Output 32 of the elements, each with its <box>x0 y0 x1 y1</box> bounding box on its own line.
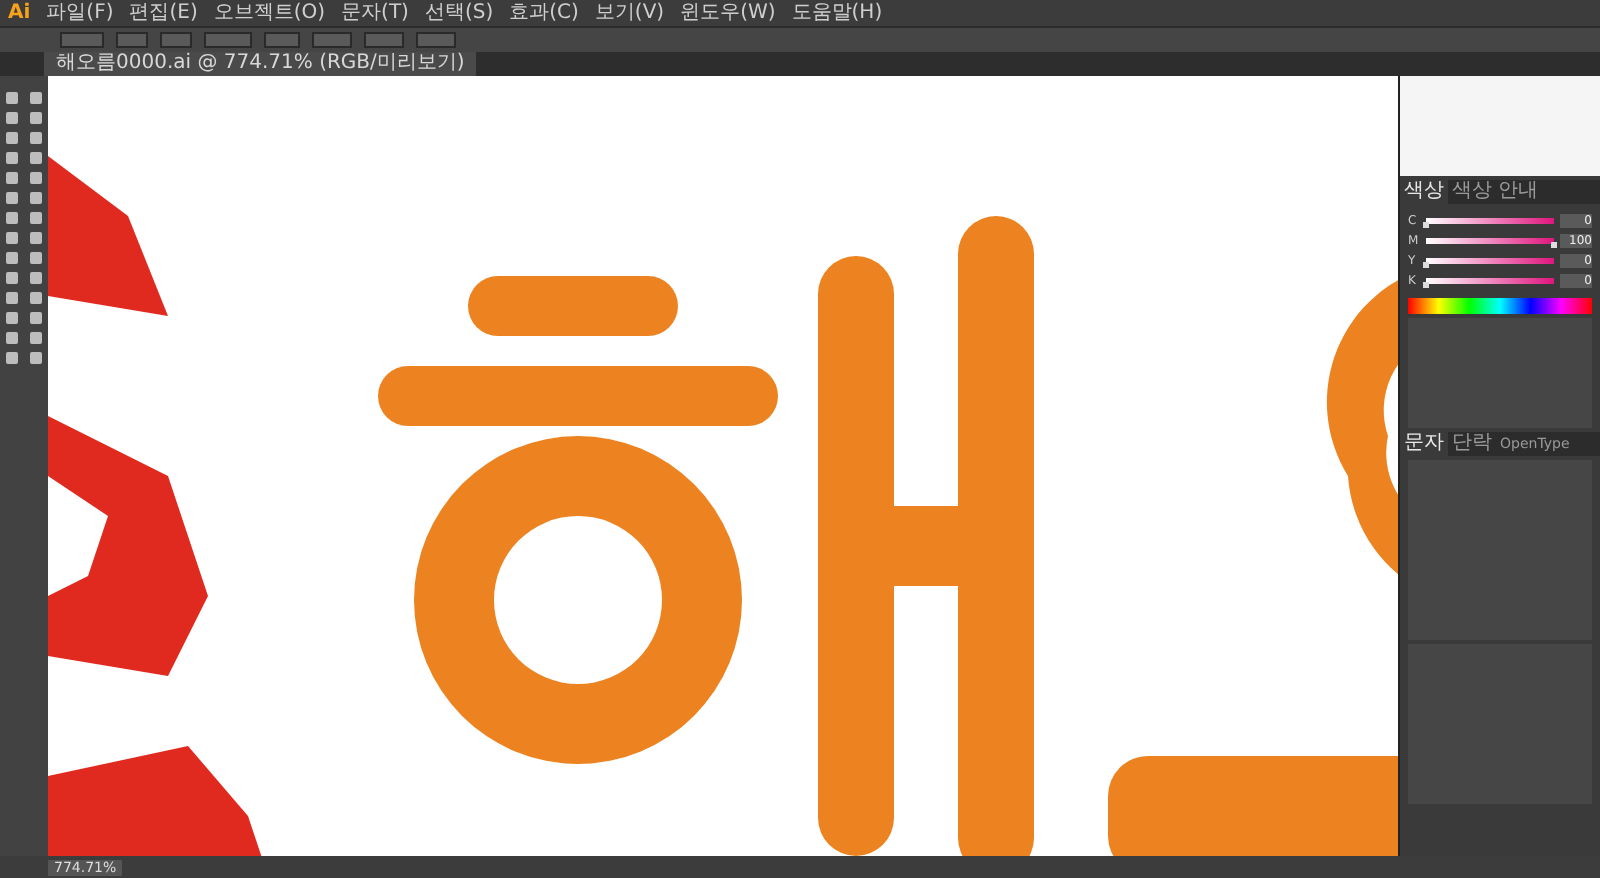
control-field[interactable] <box>204 32 252 48</box>
panel-tab[interactable]: 색상 <box>1400 180 1448 204</box>
color-slider[interactable] <box>1426 258 1554 264</box>
menu-item[interactable]: 선택(S) <box>424 1 494 25</box>
color-slider[interactable] <box>1426 278 1554 284</box>
slider-thumb[interactable] <box>1551 242 1557 248</box>
menu-item[interactable]: 효과(C) <box>509 1 579 25</box>
slider-thumb[interactable] <box>1423 282 1429 288</box>
control-field[interactable] <box>264 32 300 48</box>
menu-item[interactable]: 파일(F) <box>46 1 114 25</box>
menu-item[interactable]: 보기(V) <box>594 1 665 25</box>
control-field[interactable] <box>312 32 352 48</box>
app-logo: Ai <box>8 2 31 24</box>
slider-thumb[interactable] <box>1423 222 1429 228</box>
control-field[interactable] <box>116 32 148 48</box>
color-spectrum[interactable] <box>1408 298 1592 314</box>
panel-tab[interactable]: 색상 안내 <box>1448 180 1543 204</box>
panel-tab[interactable]: 문자 <box>1400 432 1448 456</box>
control-field[interactable] <box>60 32 104 48</box>
menu-item[interactable]: 편집(E) <box>129 1 198 25</box>
menu-item[interactable]: 문자(T) <box>341 1 409 25</box>
color-slider[interactable] <box>1426 238 1554 244</box>
menu-item[interactable]: 오브젝트(O) <box>213 1 326 25</box>
slider-thumb[interactable] <box>1423 262 1429 268</box>
menu-item[interactable]: 윈도우(W) <box>680 1 776 25</box>
document-tab[interactable]: 해오름0000.ai @ 774.71% (RGB/미리보기) <box>44 52 477 76</box>
control-field[interactable] <box>364 32 404 48</box>
color-slider[interactable] <box>1426 218 1554 224</box>
control-field[interactable] <box>160 32 192 48</box>
menu-item[interactable]: 도움말(H) <box>791 1 883 25</box>
control-field[interactable] <box>416 32 456 48</box>
panel-tab[interactable]: 단락 <box>1448 432 1496 456</box>
